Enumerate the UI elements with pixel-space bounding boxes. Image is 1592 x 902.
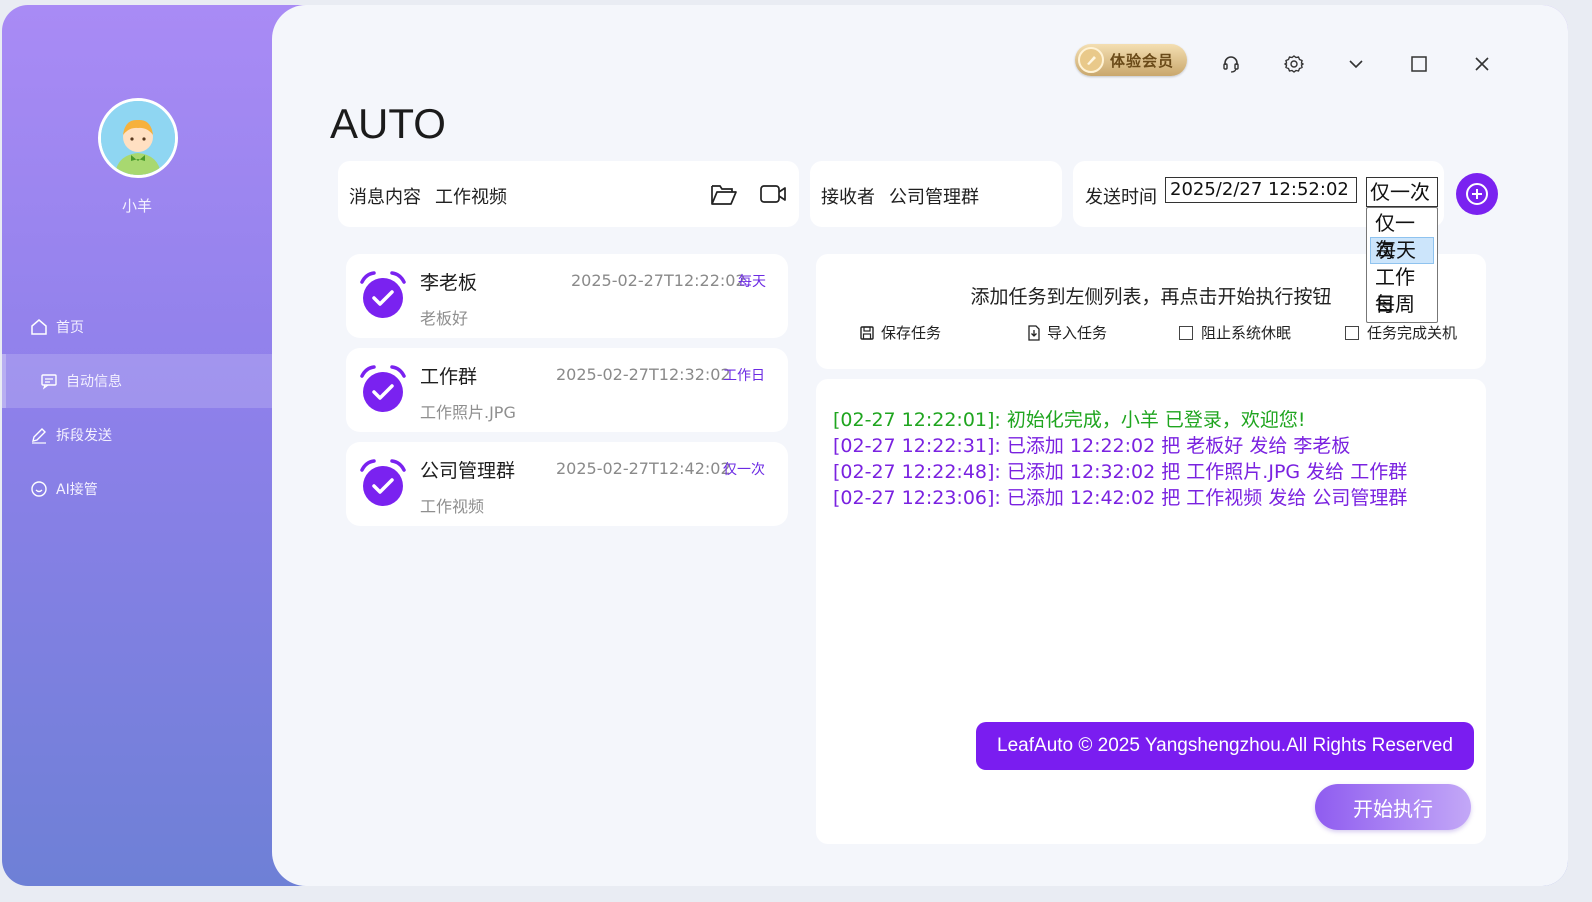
close-icon[interactable] [1470,52,1494,76]
page-title: AUTO [330,100,446,147]
message-input[interactable]: 工作视频 [435,183,507,209]
log-line: [02-27 12:22:01]: 初始化完成，小羊 已登录，欢迎您! [833,409,1306,431]
import-icon [1027,324,1041,342]
sidebar-item-label: 首页 [56,320,84,336]
vip-badge-button[interactable]: 体验会员 [1075,44,1187,76]
start-button[interactable]: 开始执行 [1315,784,1471,830]
prevent-sleep-checkbox[interactable]: 阻止系统休眠 [1179,322,1291,343]
task-repeat: 每天 [738,274,766,290]
log-line: [02-27 12:22:31]: 已添加 12:22:02 把 老板好 发给 … [833,435,1351,457]
repeat-option-daily[interactable]: 每天 [1370,237,1434,264]
add-task-button[interactable] [1456,173,1498,215]
log-line: [02-27 12:23:06]: 已添加 12:42:02 把 工作视频 发给… [833,487,1408,509]
checkbox[interactable] [1345,325,1359,340]
task-content: 工作视频 [420,497,485,516]
headset-icon[interactable] [1219,52,1243,76]
alarm-check-icon [358,364,408,416]
save-task-button[interactable]: 保存任务 [859,322,941,343]
task-item[interactable]: 公司管理群 2025-02-27T12:42:02 仅一次 工作视频 [346,442,788,526]
video-icon[interactable] [759,183,787,209]
task-name: 李老板 [420,272,478,294]
avatar[interactable] [98,98,178,178]
receiver-label: 接收者 [821,187,875,208]
plus-circle-icon [1466,183,1488,205]
alarm-check-icon [358,270,408,322]
task-repeat: 仅一次 [723,462,765,478]
task-name: 公司管理群 [420,460,516,482]
task-repeat: 工作日 [723,368,765,384]
sidebar-item-label: 拆段发送 [56,428,112,444]
receiver-card: 接收者 公司管理群 [810,161,1062,227]
sidebar-item-label: AI接管 [56,482,98,498]
repeat-option-workday[interactable]: 工作日 [1370,264,1434,316]
vip-icon [1078,47,1104,73]
task-time: 2025-02-27T12:32:02 [556,365,731,384]
sidebar-item-label: 自动信息 [66,374,122,390]
import-task-button[interactable]: 导入任务 [1027,322,1107,343]
message-icon [40,372,58,390]
repeat-option-once[interactable]: 仅一次 [1370,210,1434,262]
sidebar-item-ai[interactable]: AI接管 [2,462,272,516]
task-content: 老板好 [420,309,469,328]
username: 小羊 [121,197,152,215]
checkbox[interactable] [1179,325,1193,340]
sidebar-item-home[interactable]: 首页 [2,300,272,354]
message-card: 消息内容 工作视频 [338,161,799,227]
log-line: [02-27 12:22:48]: 已添加 12:32:02 把 工作照片.JP… [833,461,1408,483]
task-name: 工作群 [420,366,478,388]
save-icon [859,325,875,341]
task-item[interactable]: 李老板 2025-02-27T12:22:02 每天 老板好 [346,254,788,338]
copyright-banner: LeafAuto © 2025 Yangshengzhou.All Rights… [976,722,1474,770]
prevent-sleep-label: 阻止系统休眠 [1201,324,1292,342]
repeat-option-weekly[interactable]: 每周 [1370,291,1434,318]
task-time: 2025-02-27T12:22:02 [571,271,746,290]
vip-label: 体验会员 [1110,51,1175,70]
task-item[interactable]: 工作群 2025-02-27T12:32:02 工作日 工作照片.JPG [346,348,788,432]
time-label: 发送时间 [1085,187,1157,208]
chevron-down-icon[interactable] [1344,52,1368,76]
save-task-label: 保存任务 [881,324,942,342]
task-time: 2025-02-27T12:42:02 [556,459,731,478]
import-task-label: 导入任务 [1047,324,1108,342]
maximize-icon[interactable] [1407,52,1431,76]
settings-icon[interactable] [1282,52,1306,76]
alarm-check-icon [358,458,408,510]
shutdown-label: 任务完成关机 [1367,324,1458,342]
home-icon [30,318,48,336]
shutdown-checkbox[interactable]: 任务完成关机 [1345,322,1457,343]
task-content: 工作照片.JPG [420,403,516,422]
message-label: 消息内容 [349,187,421,208]
repeat-dropdown: 仅一次 每天 工作日 每周 [1366,207,1438,323]
repeat-select[interactable]: 仅一次 [1366,177,1438,207]
receiver-input[interactable]: 公司管理群 [889,183,979,209]
smile-icon [30,480,48,498]
sidebar-item-auto-message[interactable]: 自动信息 [2,354,272,408]
edit-icon [30,426,48,444]
folder-open-icon[interactable] [710,181,738,211]
datetime-input[interactable]: 2025/2/27 12:52:02 [1165,177,1357,203]
sidebar-item-split-send[interactable]: 拆段发送 [2,408,272,462]
